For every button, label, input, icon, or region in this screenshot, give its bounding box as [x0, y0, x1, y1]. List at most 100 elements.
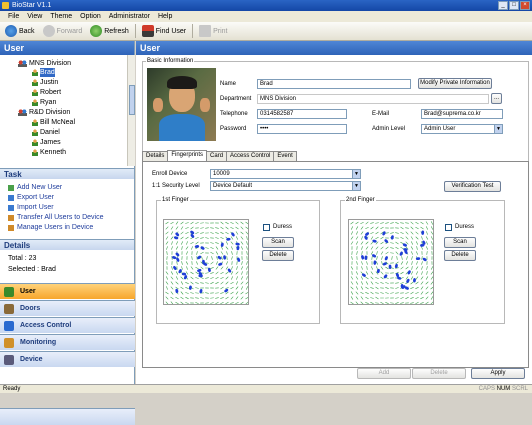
tab-event[interactable]: Event — [273, 151, 296, 161]
security-level-select[interactable]: Device Default▼ — [210, 181, 361, 191]
back-button[interactable]: Back — [2, 23, 38, 39]
first-delete-button[interactable]: Delete — [262, 250, 294, 261]
tab-access-control[interactable]: Access Control — [226, 151, 274, 161]
ridge-orientation-mark — [402, 256, 403, 260]
enroll-device-select[interactable]: 10009▼ — [210, 169, 361, 179]
find-user-button[interactable]: Find User — [139, 23, 189, 39]
ridge-orientation-mark — [225, 297, 228, 299]
email-field[interactable]: Brad@suprema.co.kr — [421, 109, 503, 119]
tree-node-label: Daniel — [40, 128, 60, 137]
nav-monitoring[interactable]: Monitoring — [0, 334, 135, 350]
nav-access-control[interactable]: Access Control — [0, 317, 135, 333]
door-icon — [4, 304, 14, 314]
first-finger-image — [163, 219, 249, 305]
tree-user-bill[interactable]: Bill McNeal — [32, 118, 75, 127]
tree-user-justin[interactable]: Justin — [32, 78, 58, 87]
nav-label: Monitoring — [20, 339, 56, 346]
task-add-new-user[interactable]: Add New User — [8, 183, 62, 192]
second-delete-button[interactable]: Delete — [444, 250, 476, 261]
ridge-orientation-mark — [171, 287, 173, 290]
ridge-orientation-mark — [175, 297, 178, 299]
nav-device[interactable]: Device — [0, 351, 135, 367]
second-duress-checkbox[interactable] — [445, 224, 452, 231]
close-button[interactable]: × — [520, 1, 530, 10]
menu-option[interactable]: Option — [76, 11, 105, 22]
minimize-button[interactable]: _ — [498, 1, 508, 10]
apply-button[interactable]: Apply — [471, 368, 525, 379]
task-transfer-users[interactable]: Transfer All Users to Device — [8, 213, 104, 222]
ridge-orientation-mark — [181, 237, 184, 239]
delete-button[interactable]: Delete — [412, 368, 466, 379]
tree-user-brad[interactable]: Brad — [32, 68, 55, 77]
tab-details[interactable]: Details — [142, 151, 168, 161]
toolbar-divider — [135, 24, 136, 38]
menu-view[interactable]: View — [23, 11, 46, 22]
task-manage-users[interactable]: Manage Users in Device — [8, 223, 93, 232]
ridge-orientation-mark — [200, 252, 203, 254]
tab-fingerprints[interactable]: Fingerprints — [167, 150, 207, 161]
ridge-orientation-mark — [380, 282, 383, 283]
telephone-field[interactable]: 0314582587 — [257, 109, 347, 119]
tree-scroll-thumb[interactable] — [129, 85, 135, 115]
ridge-orientation-mark — [185, 223, 188, 224]
nav-user[interactable]: User — [0, 283, 135, 299]
admin-level-value: Admin User — [424, 126, 455, 132]
ridge-orientation-mark — [361, 276, 363, 279]
menu-administrator[interactable]: Administrator — [105, 11, 154, 22]
password-field[interactable]: •••• — [257, 124, 347, 134]
ridge-orientation-mark — [166, 237, 168, 240]
forward-button[interactable]: Forward — [40, 23, 86, 39]
ridge-orientation-mark — [416, 282, 419, 284]
tree-group-mns[interactable]: MNS Division — [18, 59, 71, 68]
name-field[interactable]: Brad — [257, 79, 411, 89]
find-user-label: Find User — [156, 28, 186, 35]
tree-user-daniel[interactable]: Daniel — [32, 128, 60, 137]
ridge-orientation-mark — [210, 282, 213, 284]
ridge-orientation-mark — [200, 238, 203, 239]
add-button[interactable]: Add — [357, 368, 411, 379]
modify-private-info-button[interactable]: Modify Private Information — [418, 78, 492, 89]
ridge-orientation-mark — [205, 278, 209, 279]
ridge-orientation-mark — [426, 222, 428, 225]
ridge-orientation-mark — [185, 302, 188, 303]
tab-card[interactable]: Card — [206, 151, 227, 161]
menu-help[interactable]: Help — [154, 11, 176, 22]
ridge-orientation-mark — [236, 281, 238, 284]
tree-user-kenneth[interactable]: Kenneth — [32, 148, 66, 157]
ridge-orientation-mark — [166, 272, 168, 275]
ridge-orientation-mark — [236, 287, 238, 290]
refresh-button[interactable]: Refresh — [87, 23, 132, 39]
print-button[interactable]: Print — [196, 23, 230, 39]
menu-theme[interactable]: Theme — [46, 11, 76, 22]
user-photo[interactable] — [147, 68, 216, 141]
tree-group-rnd[interactable]: R&D Division — [18, 108, 70, 117]
first-duress-checkbox[interactable] — [263, 224, 270, 231]
nav-doors[interactable]: Doors — [0, 300, 135, 316]
maximize-button[interactable]: □ — [509, 1, 519, 10]
department-browse-button[interactable]: ... — [491, 93, 502, 104]
tree-user-james[interactable]: James — [32, 138, 61, 147]
task-export-user[interactable]: Export User — [8, 193, 54, 202]
ridge-orientation-mark — [186, 247, 188, 250]
ridge-orientation-mark — [376, 247, 378, 250]
device-icon — [4, 355, 14, 365]
verification-test-button[interactable]: Verification Test — [444, 181, 501, 192]
second-scan-button[interactable]: Scan — [444, 237, 476, 248]
ridge-orientation-mark — [247, 261, 248, 264]
menu-file[interactable]: File — [4, 11, 23, 22]
tree-scrollbar[interactable] — [127, 55, 135, 166]
ridge-orientation-mark — [375, 223, 379, 224]
monitoring-icon — [4, 338, 14, 348]
ridge-orientation-mark — [396, 252, 398, 255]
first-scan-button[interactable]: Scan — [262, 237, 294, 248]
ridge-orientation-mark — [370, 302, 373, 304]
ridge-orientation-mark — [406, 232, 409, 235]
ridge-orientation-mark — [195, 222, 198, 223]
ridge-orientation-mark — [185, 232, 188, 234]
admin-level-select[interactable]: Admin User▼ — [421, 124, 503, 134]
task-import-user[interactable]: Import User — [8, 203, 54, 212]
tree-user-robert[interactable]: Robert — [32, 88, 61, 97]
department-field[interactable]: MNS Division — [257, 94, 489, 104]
tree-user-ryan[interactable]: Ryan — [32, 98, 56, 107]
ridge-orientation-mark — [247, 236, 248, 240]
